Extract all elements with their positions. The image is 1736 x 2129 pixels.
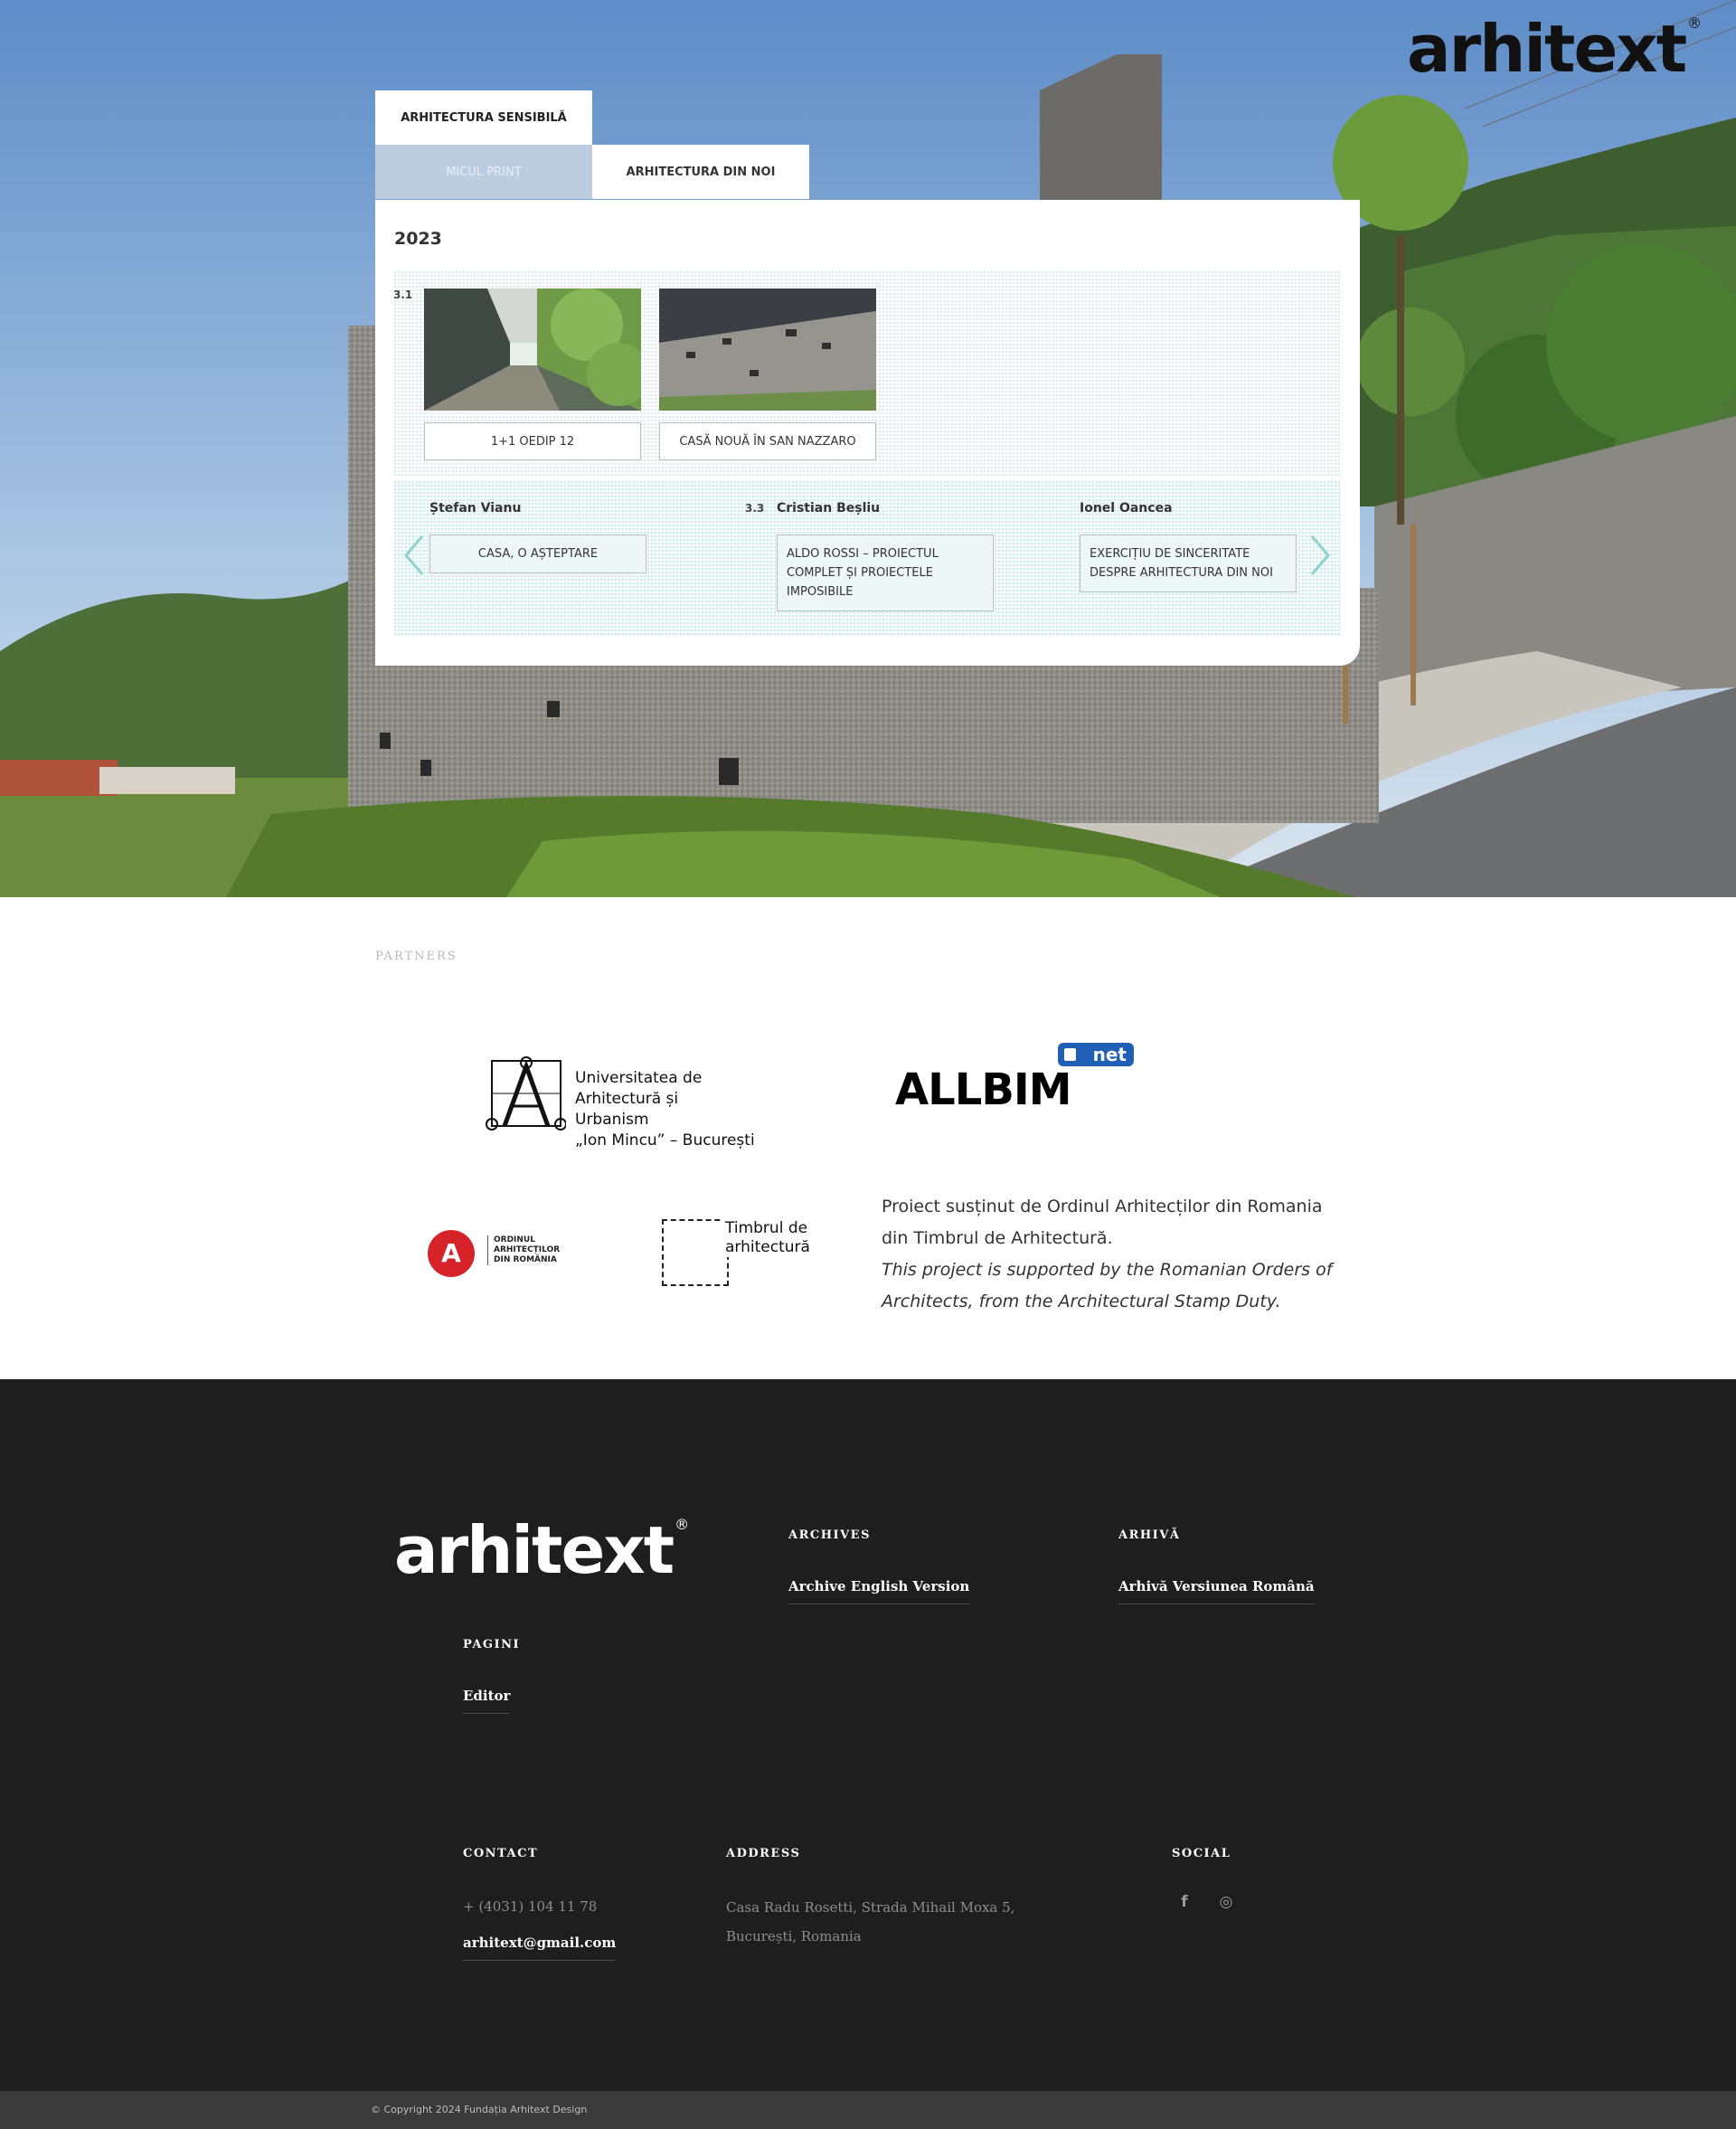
chevron-left-icon[interactable]: [402, 535, 426, 576]
article-thumbnail-san-nazzaro[interactable]: [659, 289, 876, 411]
allbim-wordmark: ALLBIM: [895, 1064, 1072, 1115]
copyright-text: © Copyright 2024 Fundația Arhitext Desig…: [371, 2104, 588, 2115]
address-heading: ADDRESS: [726, 1847, 801, 1860]
support-text-ro: Proiect susținut de Ordinul Arhitecților…: [882, 1197, 1323, 1248]
article-thumbnail-oedip[interactable]: [424, 289, 641, 411]
timbru-name: Timbrul de arhitectură: [723, 1219, 810, 1257]
uaum-name: Universitatea de Arhitectură și Urbanism…: [575, 1068, 756, 1151]
editor-link[interactable]: Editor: [463, 1688, 511, 1714]
stamp-frame-icon: [662, 1219, 729, 1286]
contact-heading: CONTACT: [463, 1847, 539, 1860]
article-button-san-nazzaro[interactable]: CASĂ NOUĂ ÎN SAN NAZZARO: [659, 422, 876, 460]
oar-line-2: ARHITECȚILOR: [494, 1245, 561, 1254]
footer-logo[interactable]: arhitext ®: [394, 1516, 689, 1584]
uaum-line-3: „Ion Mincu” – București: [575, 1131, 755, 1150]
articles-row: 3.1 1+1 OEDIP 12 CASĂ NOUĂ ÎN SAN NAZZAR…: [393, 270, 1341, 477]
social-heading: SOCIAL: [1172, 1847, 1231, 1860]
contact-email-link[interactable]: arhitext@gmail.com: [463, 1935, 617, 1961]
issue-panel: 2023 3.1 1+1 OEDIP 12 CASĂ NOUĂ ÎN SAN N…: [375, 200, 1360, 666]
facebook-icon[interactable]: f: [1175, 1893, 1194, 1911]
allbim-net-badge: net: [1058, 1043, 1134, 1066]
timbru-logo[interactable]: Timbrul de arhitectură: [662, 1219, 810, 1288]
oar-name: ORDINUL ARHITECȚILOR DIN ROMÂNIA: [487, 1235, 560, 1265]
tab-micul-print[interactable]: MICUL PRINȚ: [375, 145, 592, 199]
issue-year: 2023: [394, 229, 442, 249]
article-button-oedip[interactable]: 1+1 OEDIP 12: [424, 422, 641, 460]
partners-heading: PARTNERS: [375, 950, 458, 963]
support-statement: Proiect susținut de Ordinul Arhitecților…: [882, 1191, 1352, 1318]
arhiva-romana-link[interactable]: Arhivă Versiunea Română: [1118, 1578, 1315, 1604]
carousel-author-2: Cristian Beșliu: [777, 501, 881, 516]
tab-arhitectura-sensibila[interactable]: ARHITECTURA SENSIBILĂ: [375, 90, 592, 145]
uaum-emblem-icon: [486, 1056, 566, 1131]
footer-registered-mark: ®: [675, 1516, 689, 1533]
carousel-article-button-2[interactable]: ALDO ROSSI – PROIECTUL COMPLET ȘI PROIEC…: [777, 535, 994, 611]
site-logo[interactable]: arhitext ®: [1407, 14, 1702, 82]
uaum-line-2: Arhitectură și Urbanism: [575, 1090, 679, 1129]
arhiva-heading: ARHIVĂ: [1118, 1528, 1181, 1542]
archives-heading: ARCHIVES: [788, 1528, 871, 1542]
timbru-line-2: arhitectură: [725, 1238, 810, 1256]
instagram-icon[interactable]: ◎: [1217, 1893, 1235, 1911]
timbru-line-1: Timbrul de: [725, 1219, 808, 1237]
carousel-article-button-1[interactable]: CASA, O AȘTEPTARE: [429, 535, 646, 573]
carousel-article-button-3[interactable]: EXERCIȚIU DE SINCERITATE DESPRE ARHITECT…: [1080, 535, 1297, 592]
uaum-line-1: Universitatea de: [575, 1069, 703, 1087]
carousel-author-1: Ștefan Vianu: [429, 501, 522, 516]
footer-logo-text: arhitext: [394, 1512, 675, 1588]
registered-mark: ®: [1687, 14, 1702, 32]
carousel-issue-number: 3.3: [745, 502, 765, 515]
carousel-row: Ștefan Vianu CASA, O AȘTEPTARE 3.3 Crist…: [393, 480, 1341, 636]
corridor-image: [424, 289, 641, 411]
allbim-logo[interactable]: net ALLBIM: [895, 1043, 1139, 1115]
carousel-author-3: Ionel Oancea: [1080, 501, 1173, 516]
site-footer: arhitext ® ARCHIVES Archive English Versi…: [0, 1379, 1736, 2091]
oar-emblem-icon: A: [428, 1230, 475, 1277]
oar-line-1: ORDINUL: [494, 1235, 535, 1244]
stone-wall-image: [659, 289, 876, 411]
address-line-1: Casa Radu Rosetti, Strada Mihail Moxa 5,: [726, 1899, 1015, 1916]
logo-text: arhitext: [1407, 11, 1687, 87]
oar-logo[interactable]: A ORDINUL ARHITECȚILOR DIN ROMÂNIA: [428, 1228, 563, 1279]
support-text-en: This project is supported by the Romania…: [882, 1260, 1333, 1311]
pagini-heading: PAGINI: [463, 1638, 521, 1651]
issue-number: 3.1: [393, 289, 413, 301]
contact-phone: + (4031) 104 11 78: [463, 1898, 598, 1915]
copyright-bar: © Copyright 2024 Fundația Arhitext Desig…: [0, 2091, 1736, 2129]
uaum-logo[interactable]: Universitatea de Arhitectură și Urbanism…: [485, 1052, 756, 1150]
oar-line-3: DIN ROMÂNIA: [494, 1255, 557, 1264]
tab-arhitectura-din-noi[interactable]: ARHITECTURA DIN NOI: [592, 145, 809, 199]
hero-banner: arhitext ® ARHITECTURA SENSIBILĂ MICUL PR…: [0, 0, 1736, 897]
chevron-right-icon[interactable]: [1308, 535, 1332, 576]
address-line-2: București, Romania: [726, 1928, 862, 1944]
archive-english-link[interactable]: Archive English Version: [788, 1578, 970, 1604]
